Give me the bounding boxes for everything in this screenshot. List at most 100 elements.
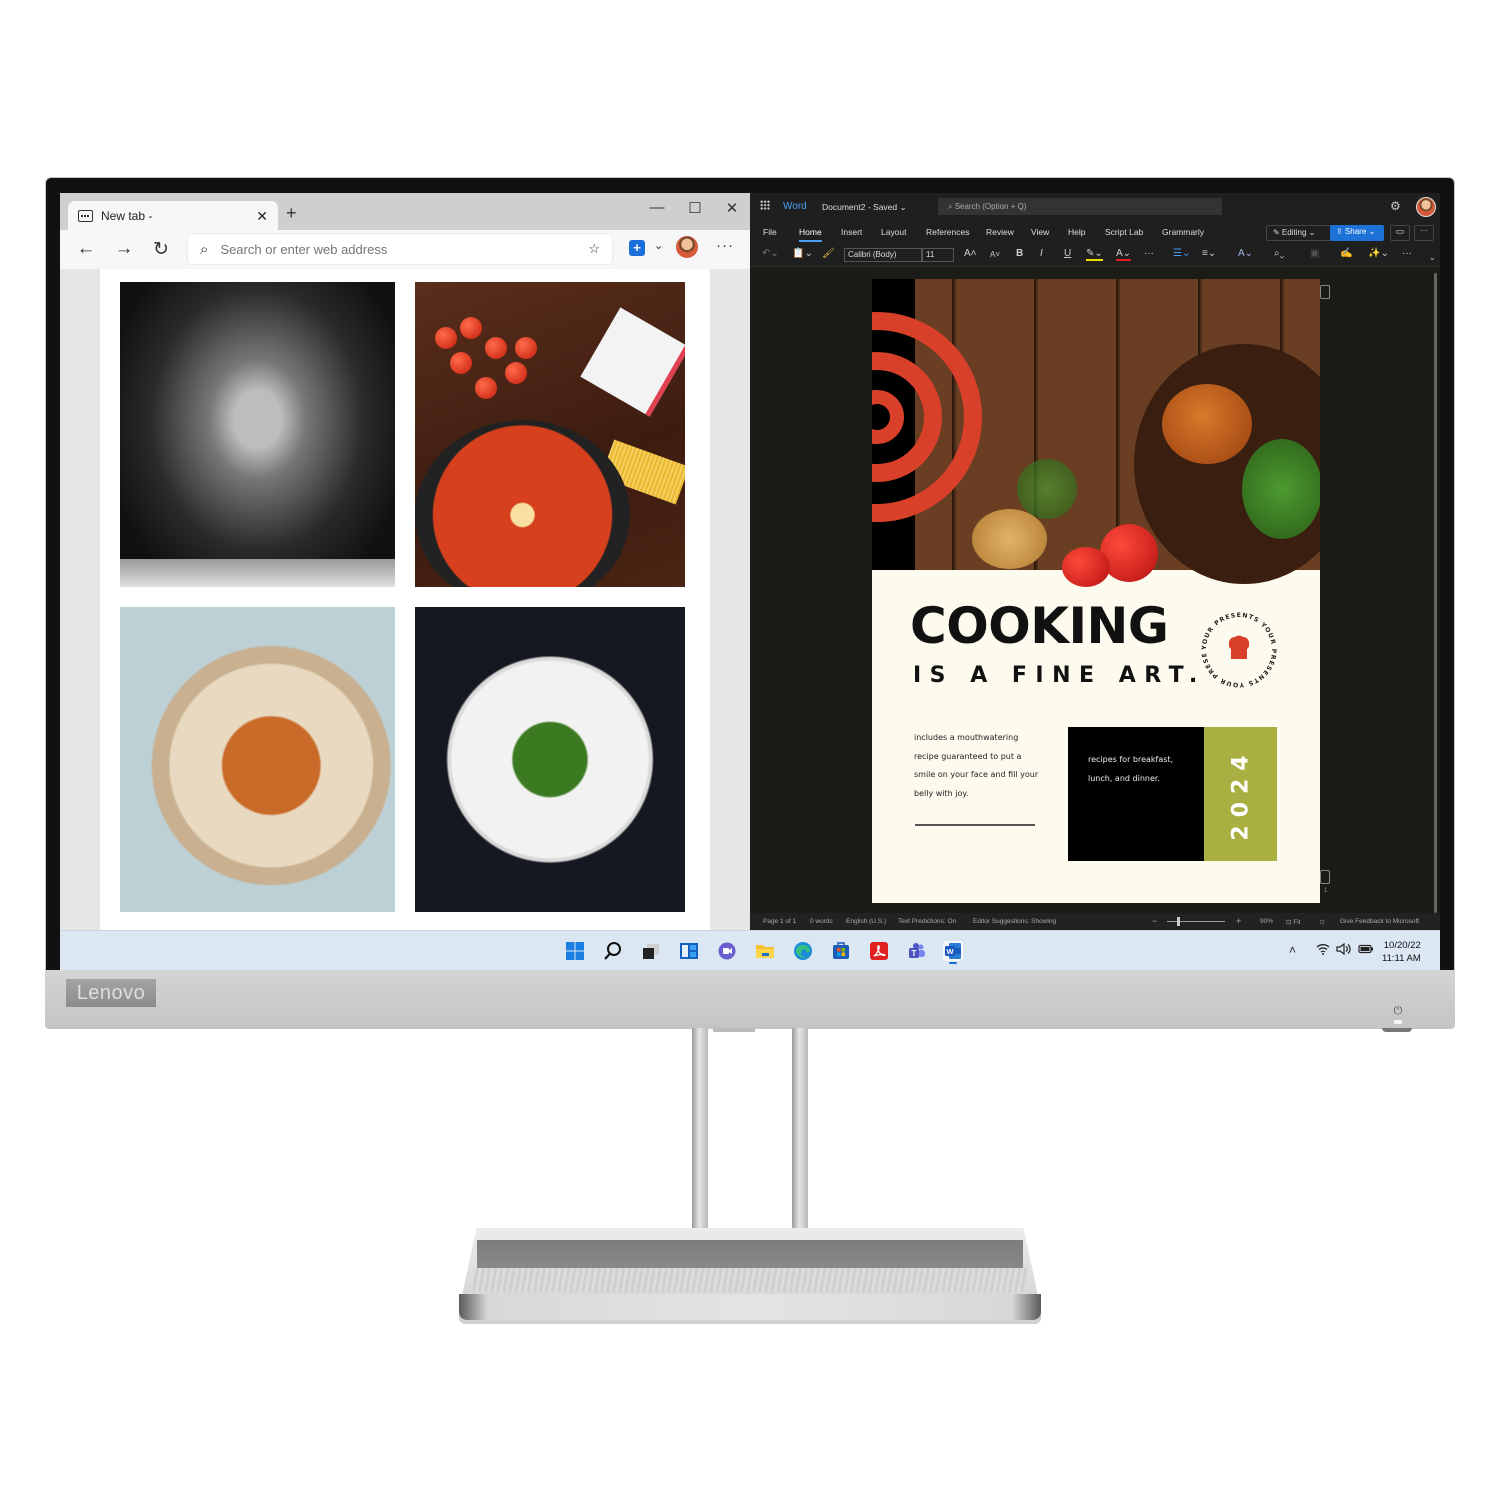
search-icon[interactable] (603, 941, 623, 961)
shrink-font-button[interactable]: A˅ (990, 250, 1000, 259)
power-icon[interactable]: ⏻ (1392, 1005, 1404, 1017)
italic-button[interactable]: I (1040, 248, 1043, 259)
paste-button[interactable]: 📋⌄ (792, 248, 813, 259)
profile-avatar[interactable] (676, 236, 698, 258)
collapse-ribbon-icon[interactable]: ⌄ (1429, 253, 1436, 262)
zoom-slider[interactable] (1167, 921, 1225, 922)
tab-new-tab[interactable]: New tab - ✕ (68, 201, 278, 231)
close-window-button[interactable]: ✕ (722, 199, 742, 217)
word-icon[interactable]: W (943, 941, 963, 964)
feedback-link[interactable]: Give Feedback to Microsoft (1340, 918, 1419, 925)
photo-shakshuka-tomatoes[interactable] (415, 282, 685, 587)
editor-button[interactable]: ✍ (1340, 248, 1352, 259)
new-tab-button[interactable]: + (286, 203, 297, 224)
vertical-scrollbar[interactable] (1434, 273, 1437, 913)
tab-home[interactable]: Home (799, 227, 822, 242)
fit-button[interactable]: ⊡ Fit (1286, 918, 1300, 926)
add-favorite-icon[interactable]: ☆ (588, 241, 600, 257)
refresh-button[interactable]: ↻ (149, 238, 173, 261)
underline-button[interactable]: U (1064, 248, 1071, 259)
chevron-down-icon[interactable]: ⌄ (654, 239, 663, 252)
photo-detail-tomato (515, 337, 537, 359)
document-page[interactable]: COOKING IS A FINE ART. YOUR PRESENTS YOU… (872, 279, 1320, 903)
bold-button[interactable]: B (1016, 248, 1023, 259)
undo-button[interactable]: ↶⌄ (762, 248, 779, 259)
align-button[interactable]: ≡⌄ (1202, 248, 1216, 259)
ribbon-more-button[interactable]: ··· (1414, 225, 1434, 241)
task-view-icon[interactable] (641, 941, 661, 961)
zoom-level[interactable]: 90% (1260, 918, 1273, 925)
format-painter-button[interactable]: 🖌 (822, 248, 835, 259)
address-input[interactable] (220, 241, 589, 257)
share-button[interactable]: ⇪ Share ⌄ (1330, 225, 1384, 241)
zoom-out-button[interactable]: − (1152, 916, 1157, 926)
font-name-select[interactable]: Calibri (Body) (844, 248, 922, 262)
status-editor-suggestions[interactable]: Editor Suggestions: Showing (973, 918, 1056, 925)
settings-gear-icon[interactable]: ⚙ (1390, 199, 1401, 213)
maximize-button[interactable]: ☐ (685, 199, 705, 217)
volume-icon[interactable] (1336, 942, 1352, 958)
highlight-button[interactable]: ✎⌄ (1086, 248, 1103, 261)
status-text-predictions[interactable]: Text Predictions: On (898, 918, 956, 925)
tray-overflow-chevron-icon[interactable]: ˄ (1289, 943, 1296, 957)
widgets-icon[interactable] (679, 941, 699, 961)
bullets-button[interactable]: ☰⌄ (1173, 248, 1190, 259)
comments-button[interactable]: ▭ (1390, 225, 1410, 241)
designer-button[interactable]: ✨⌄ (1368, 248, 1389, 259)
dictate-button[interactable]: ▣ (1310, 248, 1319, 259)
brightness-icon[interactable]: ☼ (1318, 916, 1326, 926)
close-tab-icon[interactable]: ✕ (256, 208, 268, 225)
more-options-button[interactable]: ··· (716, 237, 734, 254)
font-color-button[interactable]: A⌄ (1116, 248, 1132, 261)
word-account-avatar[interactable] (1416, 197, 1436, 217)
edge-browser-window: New tab - ✕ + — ☐ ✕ ← → ↻ ⌕ ☆ + ⌄ ··· (60, 193, 750, 930)
tab-file[interactable]: File (763, 227, 777, 237)
zoom-in-button[interactable]: + (1236, 916, 1241, 926)
microsoft-store-icon[interactable] (831, 941, 851, 961)
word-search-box[interactable]: ⌕ Search (Option + Q) (938, 198, 1222, 215)
styles-button[interactable]: A⌄ (1238, 248, 1253, 259)
tab-review[interactable]: Review (986, 227, 1014, 237)
grow-font-button[interactable]: A˄ (964, 248, 977, 259)
tab-grammarly[interactable]: Grammarly (1162, 227, 1204, 237)
status-words[interactable]: 0 words (810, 918, 833, 925)
battery-icon[interactable] (1358, 943, 1374, 958)
word-app-name[interactable]: Word (783, 201, 807, 212)
lenovo-logo: Lenovo (66, 979, 156, 1007)
clock[interactable]: 10/20/22 11:11 AM (1382, 939, 1421, 965)
wifi-icon[interactable] (1316, 943, 1330, 958)
teams-icon[interactable]: T (907, 941, 927, 961)
photo-flour-hands[interactable] (120, 282, 395, 587)
start-icon[interactable] (565, 941, 585, 961)
status-language[interactable]: English (U.S.) (846, 918, 886, 925)
more-toolbar-button[interactable]: ··· (1402, 248, 1412, 259)
collections-icon[interactable]: + (629, 240, 645, 256)
cover-photo-burger (1162, 384, 1252, 464)
more-font-options-button[interactable]: ··· (1144, 248, 1154, 259)
photo-sweet-potato-fries-bowl[interactable] (120, 607, 395, 912)
tab-layout[interactable]: Layout (881, 227, 907, 237)
photo-greek-salad-plate[interactable] (415, 607, 685, 912)
status-page[interactable]: Page 1 of 1 (763, 918, 796, 925)
edge-icon[interactable] (793, 941, 813, 961)
photo-detail-tomato (505, 362, 527, 384)
acrobat-icon[interactable] (869, 941, 889, 961)
tab-help[interactable]: Help (1068, 227, 1085, 237)
chat-icon[interactable] (717, 941, 737, 961)
photo-detail-cloth (580, 307, 685, 417)
document-title[interactable]: Document2 - Saved ⌄ (822, 202, 907, 213)
zoom-slider-thumb[interactable] (1177, 917, 1180, 926)
font-size-select[interactable]: 11 (922, 248, 954, 262)
find-button[interactable]: ⌕⌄ (1274, 248, 1284, 259)
forward-button[interactable]: → (112, 238, 136, 260)
back-button[interactable]: ← (74, 238, 98, 260)
tab-insert[interactable]: Insert (841, 227, 862, 237)
file-explorer-icon[interactable] (755, 941, 775, 961)
tab-view[interactable]: View (1031, 227, 1049, 237)
minimize-button[interactable]: — (647, 199, 667, 216)
app-launcher-icon[interactable] (760, 200, 770, 210)
tab-script-lab[interactable]: Script Lab (1105, 227, 1143, 237)
address-bar[interactable]: ⌕ ☆ (188, 234, 612, 264)
tab-references[interactable]: References (926, 227, 969, 237)
font-size-value: 11 (926, 250, 935, 259)
